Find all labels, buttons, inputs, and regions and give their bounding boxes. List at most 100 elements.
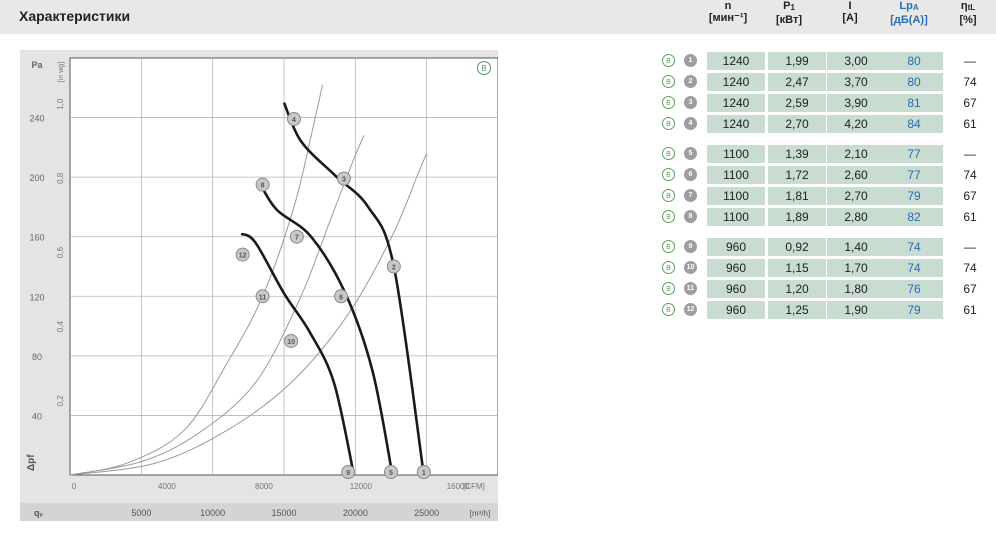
operating-point-label: 8 [261,183,265,190]
point-number-badge: 12 [684,303,697,316]
cell-eta: — [964,240,976,254]
cell-n: 1100 [707,166,765,184]
col-head-p1: P1 [кВт] [759,0,819,26]
b-marker-icon: B [662,147,675,160]
point-number-badge: 10 [684,261,697,274]
cell-lpa: 77 [885,145,943,163]
cell-lpa: 77 [885,166,943,184]
x-axis-unit: [m³/h] [470,509,490,518]
cell-i: 3,70 [827,73,885,91]
b-badge-label: B [481,64,486,73]
cell-eta: 67 [963,96,977,110]
fan-performance-chart: 4080120160200240PaΔpf0,20,40,60,81,0[in … [20,50,498,521]
table-row: B 4 1240 2,70 4,20 84 61 [662,115,992,133]
col-symbol: n [724,0,732,12]
y-inner-tick-label: 0,8 [56,172,65,184]
point-number-badge: 1 [684,54,697,67]
y-tick-label: 120 [29,292,44,302]
cell-i: 1,80 [827,280,885,298]
y-inner-tick-label: 0,2 [56,395,65,407]
cell-n: 1240 [707,115,765,133]
b-marker-icon: B [662,96,675,109]
cell-lpa: 74 [885,238,943,256]
b-marker-icon: B [662,75,675,88]
y-tick-label: 40 [32,411,42,421]
b-marker-icon: B [662,117,675,130]
cell-n: 1100 [707,187,765,205]
cell-n: 1240 [707,52,765,70]
point-number-badge: 11 [684,282,697,295]
b-marker-icon: B [662,303,675,316]
cell-n: 960 [707,238,765,256]
operating-point-label: 12 [239,253,247,260]
cell-n: 1100 [707,145,765,163]
x-cfm-tick-label: 12000 [350,482,373,491]
b-marker-icon: B [662,282,675,295]
cell-p1: 0,92 [768,238,826,256]
table-row: B 8 1100 1,89 2,80 82 61 [662,208,992,226]
table-row: B 3 1240 2,59 3,90 81 67 [662,94,992,112]
b-marker-icon: B [662,240,675,253]
y-inner-tick-label: 0,4 [56,321,65,333]
cell-i: 3,90 [827,94,885,112]
x-tick-label: 20000 [343,508,368,518]
point-number-badge: 4 [684,117,697,130]
col-sub: 1 [790,3,795,12]
col-unit: [дБ(A)] [890,14,928,26]
col-unit: [%] [959,14,977,26]
cell-lpa: 82 [885,208,943,226]
y-axis-unit: Pa [31,60,43,70]
cell-lpa: 76 [885,280,943,298]
b-marker-icon: B [662,261,675,274]
x-cfm-tick-label: 8000 [255,482,273,491]
cell-p1: 2,47 [768,73,826,91]
cell-p1: 1,89 [768,208,826,226]
col-sub: tL [967,3,976,12]
cell-p1: 1,39 [768,145,826,163]
b-marker-icon: B [662,189,675,202]
cell-p1: 1,81 [768,187,826,205]
col-unit: [кВт] [775,14,803,26]
cell-lpa: 79 [885,187,943,205]
table-row: B 9 960 0,92 1,40 74 — [662,238,992,256]
point-number-badge: 7 [684,189,697,202]
operating-point-label: 11 [259,294,267,301]
col-sub: A [912,3,919,12]
cell-eta: 61 [963,117,977,131]
operating-point-label: 9 [346,470,350,477]
cell-p1: 1,20 [768,280,826,298]
x-tick-label: 25000 [414,508,439,518]
col-symbol: Lp [899,0,913,12]
cell-p1: 2,59 [768,94,826,112]
table-row: B 11 960 1,20 1,80 76 67 [662,280,992,298]
operating-point-label: 2 [392,265,396,272]
point-number-badge: 8 [684,210,697,223]
cell-i: 2,60 [827,166,885,184]
cell-n: 960 [707,301,765,319]
y-inner-unit: [in wg] [58,62,65,82]
point-number-badge: 3 [684,96,697,109]
cell-eta: — [964,147,976,161]
y-axis-symbol: Δpf [26,454,37,471]
cell-i: 1,90 [827,301,885,319]
cell-eta: — [964,54,976,68]
cell-i: 2,70 [827,187,885,205]
cell-p1: 1,99 [768,52,826,70]
cell-eta: 61 [963,303,977,317]
point-number-badge: 5 [684,147,697,160]
cell-p1: 1,25 [768,301,826,319]
table-row: B 6 1100 1,72 2,60 77 74 [662,166,992,184]
cell-lpa: 74 [885,259,943,277]
y-inner-tick-label: 1,0 [56,98,65,110]
y-tick-label: 240 [29,114,44,124]
b-marker-icon: B [662,54,675,67]
y-tick-label: 80 [32,352,42,362]
cell-i: 1,70 [827,259,885,277]
cell-eta: 67 [963,282,977,296]
x-cfm-unit: [CFM] [463,482,485,491]
col-head-lpa: LpA [дБ(A)] [879,0,939,26]
col-head-eta: ηtL [%] [938,0,996,26]
table-row: B 12 960 1,25 1,90 79 61 [662,301,992,319]
operating-point-label: 1 [422,470,426,477]
x-tick-label: 15000 [271,508,296,518]
